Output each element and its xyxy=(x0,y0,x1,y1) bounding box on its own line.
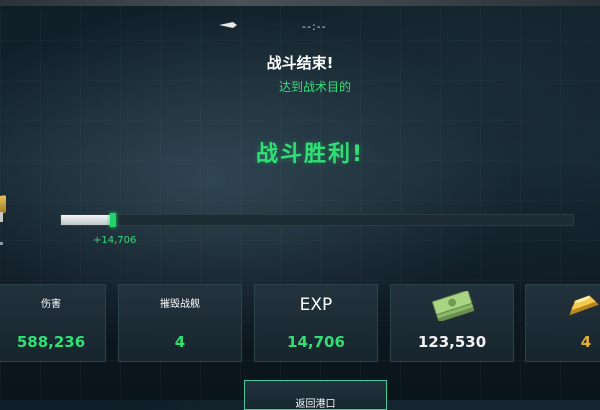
cash-stack-icon xyxy=(431,291,475,321)
return-to-port-button[interactable]: 返回港口 xyxy=(244,380,387,410)
damage-card: 伤害 588,236 xyxy=(0,284,106,362)
return-to-port-label: 返回港口 xyxy=(295,399,336,410)
ship-marker-icon xyxy=(219,22,237,28)
exp-label: EXP xyxy=(299,295,333,315)
experience-fill xyxy=(61,215,112,225)
exp-value: 14,706 xyxy=(287,333,345,351)
experience-gain: +14,706 xyxy=(93,235,137,246)
exp-card: EXP 14,706 xyxy=(254,284,378,362)
ships-destroyed-card: 摧毁战舰 4 xyxy=(118,284,242,362)
ships-destroyed-label: 摧毁战舰 xyxy=(160,299,200,310)
gold-card: 4 xyxy=(525,284,600,362)
rank-marker xyxy=(0,212,3,222)
objective-subtitle: 达到战术目的 xyxy=(278,80,351,94)
battle-timer: --:-- xyxy=(302,20,327,33)
ships-destroyed-value: 4 xyxy=(174,333,186,351)
experience-bar xyxy=(60,213,574,227)
rank-dot xyxy=(0,242,3,245)
gold-value: 4 xyxy=(580,333,592,351)
battle-end-title: 战斗结束! xyxy=(266,54,334,72)
damage-label: 伤害 xyxy=(41,299,61,310)
damage-value: 588,236 xyxy=(16,333,86,351)
experience-cap xyxy=(110,213,116,227)
credits-value: 123,530 xyxy=(417,333,487,351)
top-hud: --:-- xyxy=(0,20,600,40)
gold-bars-icon xyxy=(569,295,599,316)
top-strip xyxy=(0,0,600,6)
victory-text: 战斗胜利! xyxy=(255,142,365,167)
credits-card: 123,530 xyxy=(390,284,514,362)
